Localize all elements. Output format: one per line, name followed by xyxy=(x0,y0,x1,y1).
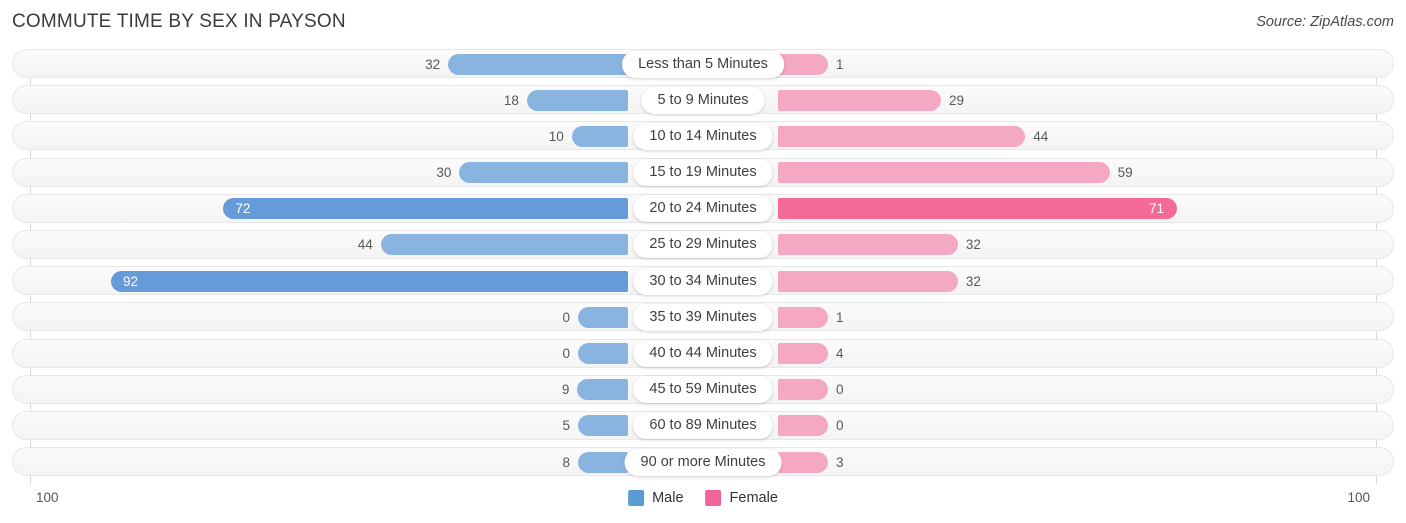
chart-row: 0 4 40 to 44 Minutes xyxy=(0,336,1406,372)
bar-male[interactable] xyxy=(110,270,628,292)
value-label-male: 10 xyxy=(548,128,564,144)
chart-header: COMMUTE TIME BY SEX IN PAYSON Source: Zi… xyxy=(0,0,1406,46)
value-label-male: 30 xyxy=(436,165,452,181)
bar-female[interactable] xyxy=(778,270,958,292)
value-label-female: 44 xyxy=(1033,128,1049,144)
legend-swatch-icon xyxy=(705,490,722,506)
value-label-male: 18 xyxy=(503,92,519,108)
bar-female[interactable] xyxy=(778,379,828,401)
legend-item[interactable]: Male xyxy=(628,490,684,506)
value-label-male: 8 xyxy=(562,454,570,470)
bar-female[interactable] xyxy=(778,451,828,473)
value-label-female: 4 xyxy=(836,346,844,361)
category-label: Less than 5 Minutes xyxy=(622,50,784,78)
category-label: 25 to 29 Minutes xyxy=(633,231,773,259)
bar-female[interactable] xyxy=(778,198,1178,220)
chart-row: 5 0 60 to 89 Minutes xyxy=(0,408,1406,444)
chart-plot-area: 32 1 Less than 5 Minutes 18 29 5 to 9 Minutes… xyxy=(0,46,1406,484)
source-attribution: Source: ZipAtlas.com xyxy=(1256,14,1394,30)
category-label: 20 to 24 Minutes xyxy=(633,195,773,223)
bar-male[interactable] xyxy=(577,379,628,401)
chart-row: 0 1 35 to 39 Minutes xyxy=(0,299,1406,335)
legend-swatch-icon xyxy=(628,490,645,506)
category-label: 30 to 34 Minutes xyxy=(633,267,773,295)
legend-item[interactable]: Female xyxy=(705,490,778,506)
bar-male[interactable] xyxy=(578,306,628,328)
value-label-female: 71 xyxy=(1149,201,1165,217)
bar-female[interactable] xyxy=(778,234,958,256)
value-label-female: 3 xyxy=(836,454,844,470)
chart-row: 72 71 20 to 24 Minutes xyxy=(0,191,1406,227)
axis-tick-left: 100 xyxy=(36,490,59,505)
bar-male[interactable] xyxy=(571,125,628,147)
bar-male[interactable] xyxy=(448,53,628,75)
bar-male[interactable] xyxy=(223,198,628,220)
value-label-female: 32 xyxy=(965,273,981,289)
chart-row: 18 29 5 to 9 Minutes xyxy=(0,82,1406,118)
value-label-female: 1 xyxy=(836,56,844,72)
value-label-male: 32 xyxy=(425,56,441,72)
value-label-male: 44 xyxy=(357,237,373,253)
value-label-male: 5 xyxy=(562,418,570,434)
bar-rows: 32 1 Less than 5 Minutes 18 29 5 to 9 Minutes… xyxy=(0,46,1406,480)
category-label: 35 to 39 Minutes xyxy=(633,303,773,331)
value-label-female: 29 xyxy=(948,92,964,108)
bar-female[interactable] xyxy=(778,162,1110,184)
value-label-male: 0 xyxy=(562,346,570,361)
category-label: 60 to 89 Minutes xyxy=(633,412,773,440)
bar-female[interactable] xyxy=(778,415,828,437)
page-title: COMMUTE TIME BY SEX IN PAYSON xyxy=(12,11,346,32)
chart-row: 8 3 90 or more Minutes xyxy=(0,444,1406,480)
axis-tick-right: 100 xyxy=(1347,490,1370,505)
category-label: 45 to 59 Minutes xyxy=(633,376,773,404)
category-label: 15 to 19 Minutes xyxy=(633,159,773,187)
value-label-male: 0 xyxy=(562,309,570,325)
value-label-male: 92 xyxy=(122,273,138,289)
bar-male[interactable] xyxy=(578,415,628,437)
value-label-male: 72 xyxy=(235,201,251,217)
chart-row: 32 1 Less than 5 Minutes xyxy=(0,46,1406,82)
value-label-female: 59 xyxy=(1117,165,1133,181)
chart-row: 92 32 30 to 34 Minutes xyxy=(0,263,1406,299)
bar-female[interactable] xyxy=(778,53,828,75)
category-label: 10 to 14 Minutes xyxy=(633,122,773,150)
bar-male[interactable] xyxy=(578,343,628,364)
chart-page: COMMUTE TIME BY SEX IN PAYSON Source: Zi… xyxy=(0,0,1406,523)
value-label-female: 1 xyxy=(836,309,844,325)
category-label: 40 to 44 Minutes xyxy=(633,340,773,367)
chart-row: 10 44 10 to 14 Minutes xyxy=(0,118,1406,154)
bar-male[interactable] xyxy=(526,89,628,111)
value-label-female: 32 xyxy=(965,237,981,253)
value-label-male: 9 xyxy=(561,382,570,398)
bar-female[interactable] xyxy=(778,306,828,328)
bar-female[interactable] xyxy=(778,125,1026,147)
chart-row: 30 59 15 to 19 Minutes xyxy=(0,155,1406,191)
bar-female[interactable] xyxy=(778,89,941,111)
bar-male[interactable] xyxy=(578,451,628,473)
value-label-female: 0 xyxy=(836,418,844,434)
chart-row: 44 32 25 to 29 Minutes xyxy=(0,227,1406,263)
legend-label: Female xyxy=(729,490,778,506)
bar-male[interactable] xyxy=(380,234,628,256)
category-label: 90 or more Minutes xyxy=(624,448,782,476)
bar-female[interactable] xyxy=(778,343,828,364)
chart-footer: 100 100 Male Female xyxy=(0,483,1406,523)
bar-male[interactable] xyxy=(459,162,628,184)
category-label: 5 to 9 Minutes xyxy=(641,86,765,114)
chart-legend: Male Female xyxy=(628,490,778,506)
value-label-female: 0 xyxy=(836,382,844,398)
chart-row: 9 0 45 to 59 Minutes xyxy=(0,372,1406,408)
legend-label: Male xyxy=(652,490,684,506)
